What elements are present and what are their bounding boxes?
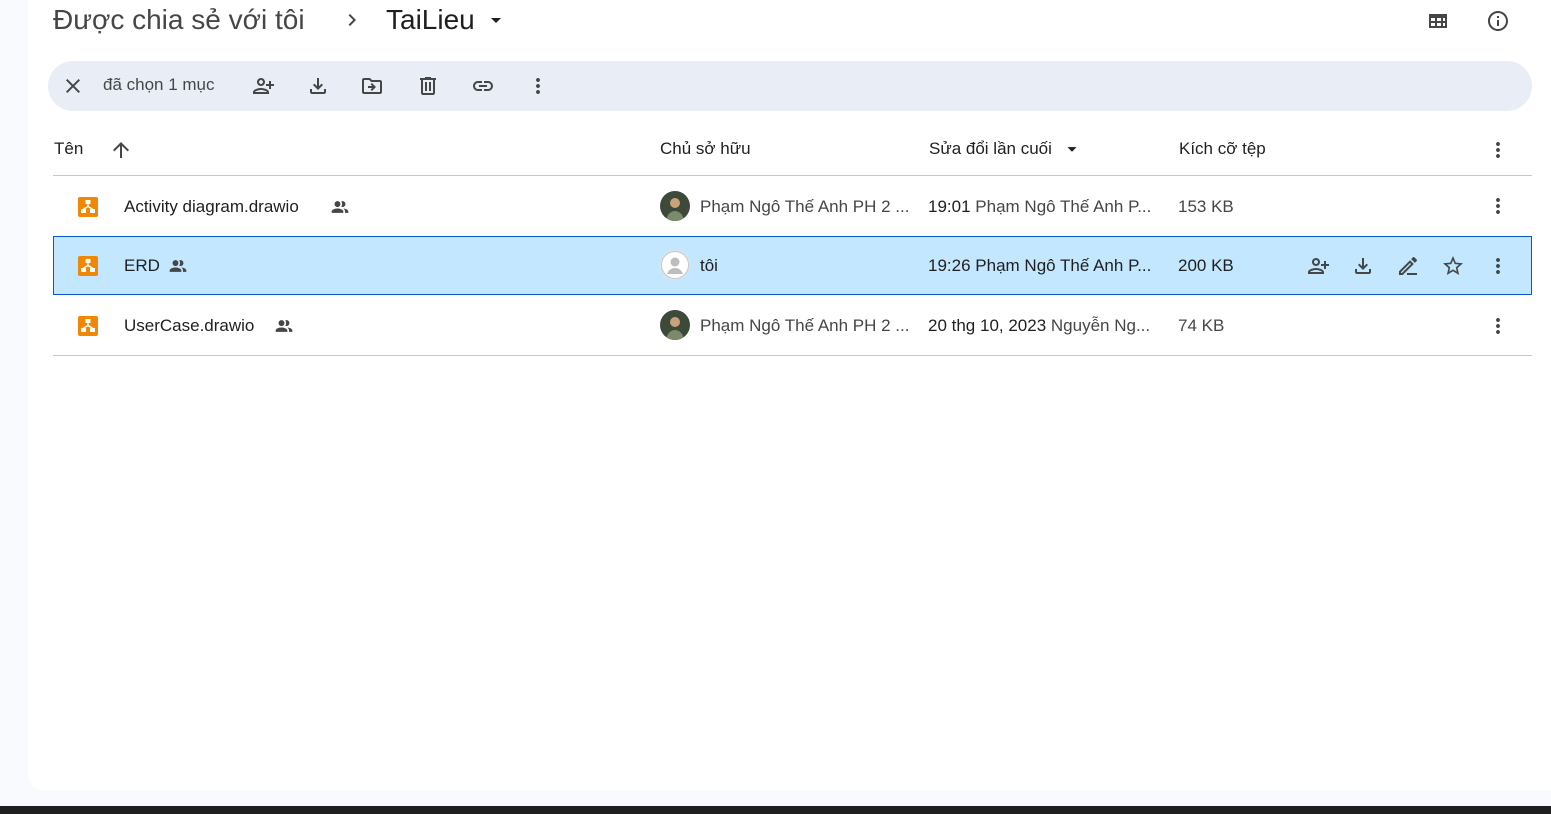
share-person-add-icon[interactable]	[243, 66, 283, 106]
modified-info: 19:01 Phạm Ngô Thế Anh P...	[928, 197, 1151, 217]
table-row[interactable]: Activity diagram.drawio Phạm Ngô Thế Anh…	[53, 177, 1532, 236]
column-header-owner[interactable]: Chủ sở hữu	[660, 139, 751, 159]
column-header-modified[interactable]: Sửa đổi lần cuối	[929, 139, 1052, 159]
people-icon	[330, 197, 350, 217]
column-header-size[interactable]: Kích cỡ tệp	[1179, 139, 1266, 159]
modified-time: 19:01	[928, 197, 971, 216]
modified-info: 20 thg 10, 2023 Nguyễn Ng...	[928, 316, 1150, 336]
people-icon	[168, 256, 188, 276]
modified-info: 19:26 Phạm Ngô Thế Anh P...	[928, 256, 1151, 276]
modified-time: 20 thg 10, 2023	[928, 316, 1047, 335]
avatar	[660, 310, 690, 340]
chevron-right-icon	[340, 8, 364, 32]
download-icon[interactable]	[298, 66, 338, 106]
trash-icon[interactable]	[408, 66, 448, 106]
column-header-name[interactable]: Tên	[54, 139, 83, 159]
file-size: 74 KB	[1178, 316, 1225, 335]
selection-count: đã chọn 1 mục	[103, 75, 215, 94]
rename-pencil-icon[interactable]	[1388, 246, 1428, 286]
more-actions-icon[interactable]	[518, 66, 558, 106]
file-name[interactable]: UserCase.drawio	[124, 316, 254, 336]
copy-link-icon[interactable]	[463, 66, 503, 106]
move-to-folder-icon[interactable]	[352, 66, 392, 106]
info-icon[interactable]	[1478, 1, 1518, 41]
table-row[interactable]: UserCase.drawio Phạm Ngô Thế Anh PH 2 ..…	[53, 296, 1532, 355]
people-icon	[274, 316, 294, 336]
main-panel	[28, 0, 1551, 790]
share-person-add-icon[interactable]	[1298, 246, 1338, 286]
owner-name: tôi	[700, 256, 718, 275]
taskbar-edge	[0, 806, 1551, 814]
breadcrumb-shared-with-me[interactable]: Được chia sẻ với tôi	[53, 4, 305, 36]
table-row-selected[interactable]: ERD tôi 19:26 Phạm Ngô Thế Anh P... 200 …	[53, 236, 1532, 295]
file-name[interactable]: Activity diagram.drawio	[124, 197, 299, 217]
sort-arrow-up-icon[interactable]	[101, 130, 141, 170]
drawio-icon	[78, 256, 98, 276]
row-more-icon[interactable]	[1478, 186, 1518, 226]
drawio-icon	[78, 197, 98, 217]
row-divider	[53, 355, 1532, 356]
sort-caret-down-icon[interactable]	[1061, 138, 1083, 162]
owner-name: Phạm Ngô Thế Anh PH 2 ...	[700, 197, 910, 216]
caret-down-icon[interactable]	[484, 8, 508, 32]
breadcrumb-current-folder[interactable]: TaiLieu	[386, 4, 475, 36]
star-icon[interactable]	[1433, 246, 1473, 286]
file-size: 200 KB	[1178, 256, 1234, 275]
row-more-icon[interactable]	[1478, 306, 1518, 346]
avatar	[660, 191, 690, 221]
column-options-icon[interactable]	[1478, 130, 1518, 170]
row-more-icon[interactable]	[1478, 246, 1518, 286]
file-name[interactable]: ERD	[124, 256, 160, 276]
modified-by: Phạm Ngô Thế Anh P...	[975, 197, 1152, 216]
file-size: 153 KB	[1178, 197, 1234, 216]
avatar-default	[660, 250, 690, 280]
modified-by: Nguyễn Ng...	[1050, 316, 1151, 335]
modified-time: 19:26	[928, 256, 971, 275]
close-selection-icon[interactable]	[53, 66, 93, 106]
grid-view-icon[interactable]	[1418, 1, 1458, 41]
drawio-icon	[78, 316, 98, 336]
header-divider	[53, 175, 1532, 176]
owner-name: Phạm Ngô Thế Anh PH 2 ...	[700, 316, 910, 335]
modified-by: Phạm Ngô Thế Anh P...	[975, 256, 1152, 275]
download-icon[interactable]	[1343, 246, 1383, 286]
